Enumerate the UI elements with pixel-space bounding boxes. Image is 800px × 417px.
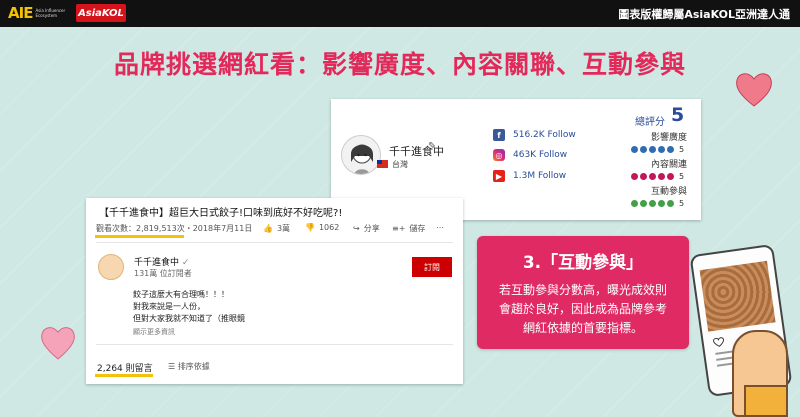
- sort-label: 排序依據: [177, 362, 210, 371]
- rating-dot: [649, 173, 656, 180]
- verified-check-icon: ✓: [181, 258, 190, 268]
- save-button[interactable]: ≡+ 儲存: [392, 223, 425, 234]
- rating-dot: [667, 146, 674, 153]
- metric-reach-rating: 5: [631, 145, 684, 154]
- callout-body: 若互動參與分數高，曝光成效則 會趨於良好，因此成為品牌參考 網紅依據的首要指標。: [477, 281, 689, 338]
- rating-dot: [667, 173, 674, 180]
- dislike-count: 1062: [318, 223, 340, 232]
- aie-logo-subtext: Asia Influencer Ecosystem: [35, 8, 66, 18]
- youtube-video-card: 【千千進食中】超巨大日式餃子!口味到底好不好吃呢?! 觀看次數：2,819,51…: [86, 198, 463, 384]
- channel-name[interactable]: 千千進食中 ✓: [134, 255, 189, 268]
- like-count: 3萬: [276, 224, 291, 233]
- metric-engagement-rating: 5: [631, 199, 684, 208]
- description-line: 但對大家我就不知道了（推眼鏡: [133, 314, 245, 323]
- more-dots-icon: ⋯: [436, 223, 444, 232]
- show-more-link[interactable]: 顯示更多資訊: [133, 327, 175, 337]
- influencer-avatar: [341, 135, 381, 175]
- sleeve-illustration: [744, 385, 788, 417]
- channel-name-text: 千千進食中: [134, 258, 180, 268]
- description-line: 餃子這麼大有合理嗎！！！: [133, 290, 229, 299]
- asiakol-logo: AsiaKOL: [76, 4, 126, 22]
- rating-dot: [631, 173, 638, 180]
- avatar-illustration-icon: [351, 144, 373, 174]
- channel-avatar[interactable]: [98, 254, 124, 280]
- influencer-region: 台灣: [392, 160, 408, 169]
- more-options-button[interactable]: ⋯: [436, 223, 444, 232]
- rating-dot: [640, 173, 647, 180]
- divider: [96, 242, 453, 243]
- views-highlight-underline: [95, 235, 184, 238]
- metric-reach-value: 5: [679, 145, 685, 154]
- youtube-followers: 1.3M Follow: [513, 171, 567, 181]
- rating-dot: [640, 146, 647, 153]
- thumbs-down-icon: 👎: [305, 223, 315, 232]
- video-title: 【千千進食中】超巨大日式餃子!口味到底好不好吃呢?!: [99, 208, 343, 219]
- rating-dot: [658, 200, 665, 207]
- metric-relevance-value: 5: [679, 172, 685, 181]
- metric-reach-label: 影響廣度: [650, 133, 687, 143]
- rating-dot: [658, 173, 665, 180]
- page-title: 品牌挑選網紅看：影響廣度、內容關聯、互動參與: [113, 50, 686, 79]
- top-bar: AIE Asia Influencer Ecosystem AsiaKOL 圖表…: [0, 0, 800, 27]
- subscriber-count: 131萬 位訂閱者: [134, 269, 192, 278]
- rating-dot: [631, 146, 638, 153]
- rating-dot: [649, 146, 656, 153]
- sort-icon: ☰: [168, 362, 176, 371]
- metric-relevance-label: 內容關連: [650, 160, 687, 170]
- callout-title: 3.「互動參與」: [522, 253, 644, 273]
- edit-pencil-icon[interactable]: ✎: [428, 141, 436, 152]
- share-label: 分享: [363, 224, 380, 233]
- rating-dot: [631, 200, 638, 207]
- facebook-followers: 516.2K Follow: [513, 130, 576, 140]
- aie-logo-text: AIE: [8, 4, 33, 22]
- description-line: 對我來說是一人份，: [133, 302, 205, 311]
- aie-logo: AIE Asia Influencer Ecosystem: [8, 4, 71, 22]
- comment-count: 2,264 則留言: [97, 364, 153, 374]
- youtube-icon: ▶: [493, 170, 505, 182]
- comments-highlight-underline: [95, 374, 153, 377]
- callout-line: 會趨於良好，因此成為品牌參考: [498, 302, 667, 316]
- dislike-button[interactable]: 👎 1062: [305, 223, 339, 232]
- rating-dot: [649, 200, 656, 207]
- thumbs-up-icon: 👍: [263, 224, 273, 233]
- callout-line: 若互動參與分數高，曝光成效則: [498, 283, 667, 297]
- video-views: 觀看次數：2,819,513次・2018年7月11日: [96, 224, 253, 233]
- copyright-text: 圖表版權歸屬AsiaKOL亞洲達人通: [618, 8, 790, 21]
- like-button[interactable]: 👍 3萬: [263, 223, 290, 234]
- add-to-playlist-icon: ≡+: [392, 224, 406, 233]
- total-score-label: 總評分: [635, 117, 665, 128]
- total-score-value: 5: [671, 104, 685, 126]
- facebook-icon: f: [493, 129, 505, 141]
- divider: [96, 344, 453, 345]
- metric-relevance-rating: 5: [631, 172, 684, 181]
- share-button[interactable]: ↪ 分享: [353, 223, 380, 234]
- share-icon: ↪: [353, 224, 360, 233]
- subscribe-button[interactable]: 訂閱: [412, 257, 452, 277]
- metric-engagement-label: 互動參與: [650, 187, 687, 197]
- engagement-callout: 3.「互動參與」 若互動參與分數高，曝光成效則 會趨於良好，因此成為品牌參考 網…: [477, 236, 689, 349]
- social-youtube-row: ▶ 1.3M Follow: [493, 170, 566, 182]
- heart-icon: [736, 73, 772, 107]
- rating-dot: [640, 200, 647, 207]
- instagram-icon: ◎: [493, 149, 505, 161]
- sort-by-button[interactable]: ☰ 排序依據: [168, 361, 210, 372]
- social-instagram-row: ◎ 463K Follow: [493, 149, 567, 161]
- rating-dot: [658, 146, 665, 153]
- social-facebook-row: f 516.2K Follow: [493, 129, 576, 141]
- taiwan-flag-icon: [377, 160, 388, 168]
- metric-engagement-value: 5: [679, 199, 685, 208]
- heart-icon: [41, 327, 75, 360]
- instagram-followers: 463K Follow: [513, 150, 568, 160]
- save-label: 儲存: [409, 224, 426, 233]
- rating-dot: [667, 200, 674, 207]
- phone-screen-image: [699, 260, 776, 332]
- callout-line: 網紅依據的首要指標。: [522, 321, 643, 335]
